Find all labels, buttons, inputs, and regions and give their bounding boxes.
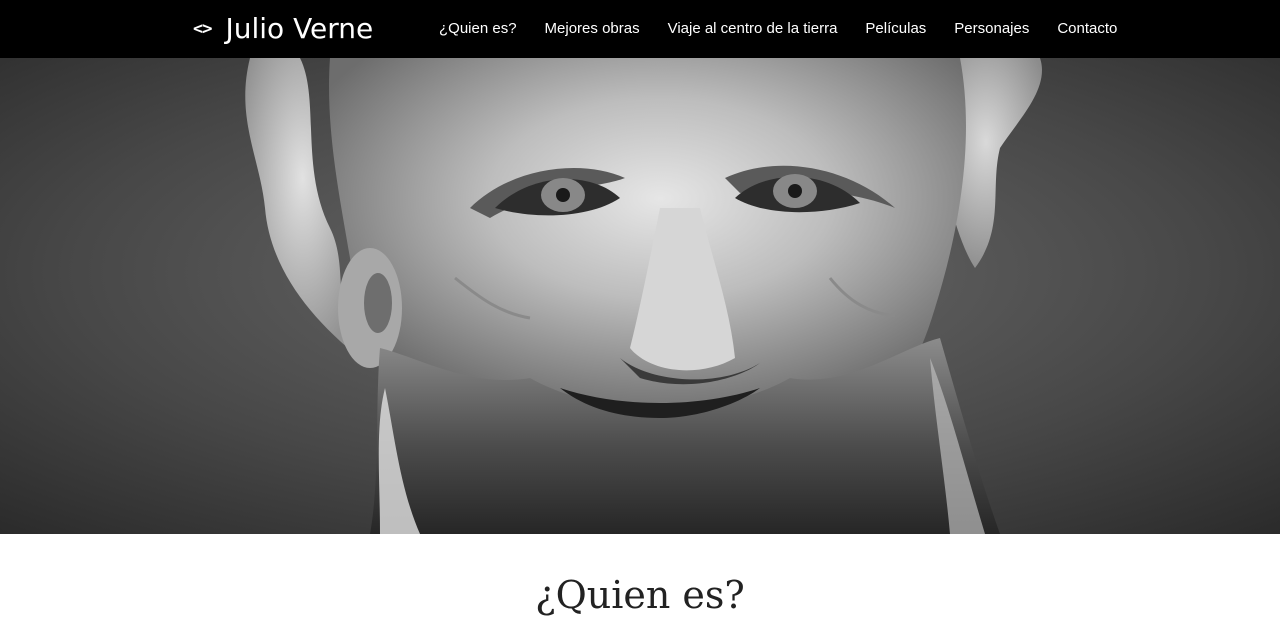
hero-portrait (0, 58, 1280, 534)
brand-title: Julio Verne (225, 12, 374, 45)
nav-item-viaje: Viaje al centro de la tierra (668, 20, 838, 38)
portrait-image (0, 58, 1280, 534)
nav-item-mejores-obras: Mejores obras (545, 20, 640, 38)
nav-link-quien-es[interactable]: ¿Quien es? (439, 20, 517, 37)
nav-item-quien-es: ¿Quien es? (439, 20, 517, 38)
nav-item-peliculas: Películas (865, 20, 926, 38)
nav-item-contacto: Contacto (1057, 20, 1117, 38)
top-navbar: <> Julio Verne ¿Quien es? Mejores obras … (0, 0, 1280, 58)
nav-link-personajes[interactable]: Personajes (954, 20, 1029, 37)
about-section: ¿Quien es? (0, 534, 1280, 615)
nav-link-mejores-obras[interactable]: Mejores obras (545, 20, 640, 37)
nav-link-viaje-centro-tierra[interactable]: Viaje al centro de la tierra (668, 20, 838, 37)
code-icon: <> (193, 18, 213, 39)
nav-menu: ¿Quien es? Mejores obras Viaje al centro… (439, 0, 1117, 58)
section-title: ¿Quien es? (535, 573, 745, 617)
nav-link-peliculas[interactable]: Películas (865, 20, 926, 37)
nav-link-contacto[interactable]: Contacto (1057, 20, 1117, 37)
brand-link[interactable]: <> Julio Verne (193, 10, 373, 48)
nav-item-personajes: Personajes (954, 20, 1029, 38)
